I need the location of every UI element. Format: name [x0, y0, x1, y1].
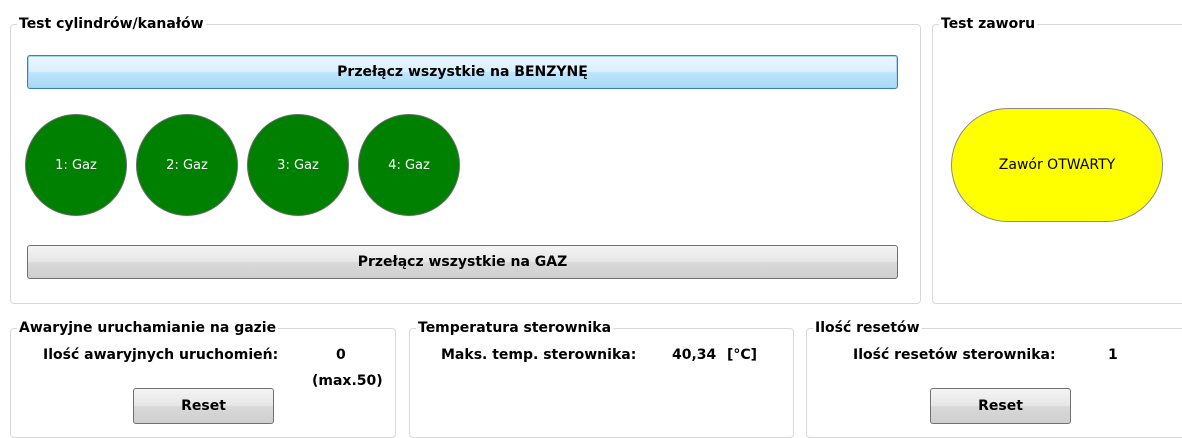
cylinder-test-title: Test cylindrów/kanałów: [17, 16, 206, 32]
valve-test-title: Test zaworu: [939, 16, 1038, 32]
reset-count-label: Ilość resetów sterownika:: [853, 347, 1056, 363]
cylinder-2-indicator[interactable]: 2: Gaz: [136, 114, 238, 216]
controller-reset-button[interactable]: Reset: [930, 388, 1071, 424]
max-temp-unit: [°C]: [727, 347, 758, 363]
max-temp-value: 40,34: [672, 347, 717, 363]
switch-all-petrol-button[interactable]: Przełącz wszystkie na BENZYNĘ: [27, 55, 898, 89]
emergency-reset-button[interactable]: Reset: [133, 388, 274, 424]
controller-temp-group: Temperatura sterownika: [409, 320, 794, 438]
cylinder-4-indicator[interactable]: 4: Gaz: [358, 114, 460, 216]
cylinder-1-indicator[interactable]: 1: Gaz: [25, 114, 127, 216]
max-temp-label: Maks. temp. sterownika:: [441, 347, 637, 363]
emergency-count-value: 0: [336, 347, 346, 363]
reset-count-value: 1: [1108, 347, 1118, 363]
emergency-count-label: Ilość awaryjnych uruchomień:: [43, 347, 279, 363]
resets-title: Ilość resetów: [813, 320, 922, 336]
switch-all-gas-button[interactable]: Przełącz wszystkie na GAZ: [27, 245, 898, 279]
emergency-start-title: Awaryjne uruchamianie na gazie: [17, 320, 279, 336]
cylinder-3-indicator[interactable]: 3: Gaz: [247, 114, 349, 216]
emergency-max-note: (max.50): [312, 373, 383, 389]
controller-temp-title: Temperatura sterownika: [416, 320, 614, 336]
valve-state-indicator[interactable]: Zawór OTWARTY: [951, 108, 1163, 222]
